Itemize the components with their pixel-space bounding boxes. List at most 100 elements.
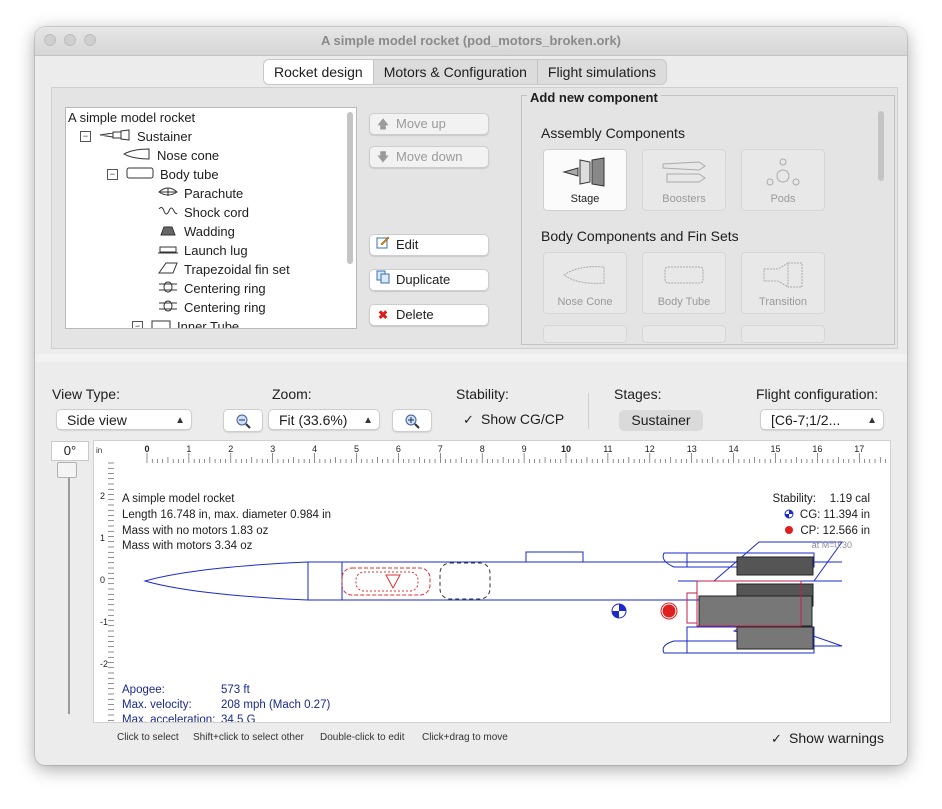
motor-top-shape[interactable] <box>736 556 814 576</box>
delete-button[interactable]: ✖ Delete <box>369 304 489 326</box>
zoom-out-button[interactable] <box>223 409 263 432</box>
stage-component-button[interactable]: Stage <box>543 149 627 211</box>
ruler-tick-label: 11 <box>603 444 612 454</box>
max-acceleration-value: 34.5 G <box>221 714 256 722</box>
tree-item-shock-cord[interactable]: Shock cord <box>158 203 249 222</box>
ruler-unit: in <box>96 446 102 455</box>
flight-config-label: Flight configuration: <box>756 386 879 402</box>
more-component-button[interactable] <box>642 325 726 343</box>
arrow-down-icon: 🡇 <box>376 150 390 164</box>
centering-ring-shape[interactable] <box>686 592 698 624</box>
rocket-name-text: A simple model rocket <box>122 493 235 505</box>
chevron-updown-icon: ▲ <box>363 415 373 426</box>
rotation-angle-field[interactable]: 0° <box>51 441 89 461</box>
ruler-tick-label: -1 <box>100 617 108 627</box>
rocket-figure[interactable]: 0 1 2 3 4 5 6 7 8 9 10 11 12 13 14 15 16 17 2 1 0 -1 -2 in <box>93 440 891 723</box>
view-type-select[interactable]: Side view ▲ <box>56 409 192 430</box>
zoom-label: Zoom: <box>272 386 312 402</box>
arrow-up-icon: 🡅 <box>376 117 390 131</box>
inner-tube-icon <box>151 317 171 328</box>
tree-item-centering-ring-1[interactable]: Centering ring <box>158 279 266 298</box>
fin-set-icon <box>158 260 178 279</box>
duplicate-icon <box>370 270 396 290</box>
motor-center-body[interactable] <box>698 595 813 627</box>
show-cgcp-checkbox[interactable]: ✓ Show CG/CP <box>462 411 564 427</box>
zoom-select[interactable]: Fit (33.6%) ▲ <box>268 409 380 430</box>
wadding-shape[interactable] <box>439 562 491 600</box>
add-component-title: Add new component <box>527 90 661 105</box>
motor-bottom-shape[interactable] <box>736 626 814 650</box>
rotation-slider-track[interactable] <box>68 467 70 714</box>
ruler-tick-label: 12 <box>645 444 655 454</box>
ruler-tick-label: 6 <box>396 444 401 454</box>
max-velocity-label: Max. velocity: <box>122 699 192 711</box>
component-tree[interactable]: A simple model rocket − Sustainer Nose c… <box>65 107 357 329</box>
stage-sustainer-toggle[interactable]: Sustainer <box>619 410 703 431</box>
flight-config-select[interactable]: [C6-7;1/2... ▲ <box>760 409 884 430</box>
tree-item-label: Trapezoidal fin set <box>184 262 290 277</box>
tree-item-label: Nose cone <box>157 148 220 163</box>
tree-item-launch-lug[interactable]: Launch lug <box>158 241 248 260</box>
hint-drag: Click+drag to move <box>422 732 508 743</box>
ruler-tick-label: 14 <box>729 444 739 454</box>
tree-item-wadding[interactable]: Wadding <box>158 222 235 241</box>
tab-flight-simulations[interactable]: Flight simulations <box>538 60 666 84</box>
cg-value-text: CG: 11.394 in <box>800 509 870 521</box>
rotation-slider-thumb[interactable] <box>57 462 77 478</box>
tree-item-inner-tube[interactable]: − Inner Tube <box>132 317 240 329</box>
tree-item-centering-ring-2[interactable]: Centering ring <box>158 298 266 317</box>
more-component-button[interactable] <box>543 325 627 343</box>
tree-item-parachute[interactable]: Parachute <box>158 184 243 203</box>
collapse-toggle-icon[interactable]: − <box>107 169 118 180</box>
move-up-button[interactable]: 🡅 Move up <box>369 113 489 135</box>
edit-icon <box>370 235 396 255</box>
ruler-tick-label: 0 <box>144 444 149 454</box>
collapse-toggle-icon[interactable]: − <box>80 131 91 142</box>
duplicate-button[interactable]: Duplicate <box>369 269 489 291</box>
main-tabs: Rocket design Motors & Configuration Fli… <box>263 59 668 85</box>
tree-item-body-tube[interactable]: − Body tube <box>107 165 219 184</box>
launch-lug-shape[interactable] <box>525 551 584 563</box>
tab-motors-configuration[interactable]: Motors & Configuration <box>374 60 538 84</box>
split-pane-divider[interactable] <box>35 354 907 362</box>
tree-item-label: Centering ring <box>184 300 266 315</box>
boosters-component-button[interactable]: Boosters <box>642 149 726 211</box>
tree-item-nose-cone[interactable]: Nose cone <box>122 146 220 165</box>
add-component-scrollbar[interactable] <box>878 111 884 181</box>
collapse-toggle-icon[interactable]: − <box>132 321 143 328</box>
tree-item-fin-set[interactable]: Trapezoidal fin set <box>158 260 290 279</box>
nose-cone-component-button[interactable]: Nose Cone <box>543 252 627 314</box>
tree-item-label: Inner Tube <box>177 319 240 329</box>
transition-component-button[interactable]: Transition <box>741 252 825 314</box>
checkmark-icon: ✓ <box>771 730 782 746</box>
mass-no-motors-text: Mass with no motors 1.83 oz <box>122 525 269 537</box>
body-tube-icon <box>664 266 704 284</box>
parachute-icon <box>158 184 178 203</box>
more-component-button[interactable] <box>741 325 825 343</box>
tab-rocket-design[interactable]: Rocket design <box>264 60 374 84</box>
pods-component-button[interactable]: Pods <box>741 149 825 211</box>
titlebar: A simple model rocket (pod_motors_broken… <box>35 27 907 56</box>
tree-item-label: Sustainer <box>137 129 192 144</box>
tree-item-sustainer[interactable]: − Sustainer <box>80 127 192 146</box>
zoom-in-button[interactable] <box>392 409 432 432</box>
ruler-tick-label: 3 <box>270 444 275 454</box>
chevron-updown-icon: ▲ <box>867 415 877 426</box>
wadding-icon <box>158 222 178 241</box>
edit-button[interactable]: Edit <box>369 234 489 256</box>
tree-scrollbar[interactable] <box>347 112 353 264</box>
body-tube-component-button[interactable]: Body Tube <box>642 252 726 314</box>
launch-lug-icon <box>158 241 178 260</box>
nose-shoulder-shape[interactable] <box>307 561 343 601</box>
cg-marker-icon <box>611 603 627 619</box>
stability-value-text: 1.19 cal <box>830 493 870 505</box>
boosters-icon <box>662 161 706 183</box>
ruler-tick-label: 2 <box>228 444 233 454</box>
nose-cone-shape[interactable] <box>143 561 309 601</box>
ruler-tick-label: 1 <box>186 444 191 454</box>
show-warnings-checkbox[interactable]: ✓ Show warnings <box>770 730 884 746</box>
rocket-length-text: Length 16.748 in, max. diameter 0.984 in <box>122 509 331 521</box>
ruler-tick-label: 8 <box>480 444 485 454</box>
move-down-button[interactable]: 🡇 Move down <box>369 146 489 168</box>
tree-item-rocket[interactable]: A simple model rocket <box>68 108 195 127</box>
